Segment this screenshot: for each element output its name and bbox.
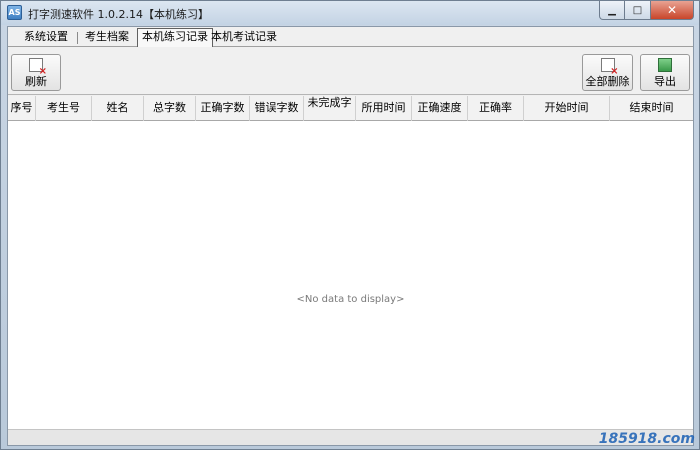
column-header-end-time[interactable]: 结束时间 (610, 96, 693, 121)
export-label: 导出 (654, 75, 676, 88)
column-header-name[interactable]: 姓名 (92, 96, 144, 121)
minimize-icon: ▁ (608, 4, 616, 16)
title-bar[interactable]: AS 打字测速软件 1.0.2.14【本机练习】 ▁ □ ✕ (1, 1, 699, 25)
column-header-start-time[interactable]: 开始时间 (524, 96, 610, 121)
tab-local-practice-records[interactable]: 本机练习记录 (137, 28, 213, 47)
records-grid[interactable]: 序号 考生号 姓名 总字数 正确字数 错误字数 未完成字 所用时间 正确速度 正… (8, 96, 693, 429)
app-window: AS 打字测速软件 1.0.2.14【本机练习】 ▁ □ ✕ 系统设置 考生档案… (0, 0, 700, 450)
toolbar: 刷新 全部删除 导出 (8, 48, 693, 95)
delete-icon (600, 58, 619, 77)
column-header-wrong-chars[interactable]: 错误字数 (250, 96, 304, 121)
close-icon: ✕ (666, 3, 678, 17)
delete-all-button[interactable]: 全部删除 (582, 54, 633, 91)
window-title: 打字测速软件 1.0.2.14【本机练习】 (28, 8, 209, 21)
status-strip (8, 429, 693, 445)
column-header-student-id[interactable]: 考生号 (36, 96, 92, 121)
tab-student-records[interactable]: 考生档案 (81, 29, 133, 46)
column-header-index[interactable]: 序号 (8, 96, 36, 121)
app-icon: AS (7, 5, 22, 20)
main-panel: 系统设置 考生档案 本机练习记录 本机考试记录 刷新 全部删除 导出 序号 (7, 26, 694, 446)
delete-all-label: 全部删除 (585, 75, 630, 88)
refresh-button[interactable]: 刷新 (11, 54, 61, 91)
tab-system-settings[interactable]: 系统设置 (20, 29, 72, 46)
tab-strip: 系统设置 考生档案 本机练习记录 本机考试记录 (8, 27, 693, 47)
minimize-button[interactable]: ▁ (599, 1, 625, 20)
tab-separator (77, 32, 78, 44)
maximize-button[interactable]: □ (625, 1, 651, 20)
refresh-icon (29, 58, 47, 77)
column-header-correct-speed[interactable]: 正确速度 (412, 96, 468, 121)
tab-local-exam-records[interactable]: 本机考试记录 (207, 29, 281, 46)
column-header-unfinished-chars[interactable]: 未完成字 (304, 96, 356, 121)
export-icon (658, 58, 672, 72)
grid-header: 序号 考生号 姓名 总字数 正确字数 错误字数 未完成字 所用时间 正确速度 正… (8, 96, 693, 121)
export-button[interactable]: 导出 (640, 54, 690, 91)
close-button[interactable]: ✕ (651, 1, 694, 20)
maximize-icon: □ (632, 4, 643, 16)
column-header-correct-chars[interactable]: 正确字数 (196, 96, 250, 121)
watermark-text: 185918.com (598, 431, 695, 447)
column-header-time-used[interactable]: 所用时间 (356, 96, 412, 121)
empty-grid-message: <No data to display> (296, 294, 405, 305)
column-header-total-chars[interactable]: 总字数 (144, 96, 196, 121)
column-header-accuracy[interactable]: 正确率 (468, 96, 524, 121)
window-controls: ▁ □ ✕ (599, 1, 694, 20)
